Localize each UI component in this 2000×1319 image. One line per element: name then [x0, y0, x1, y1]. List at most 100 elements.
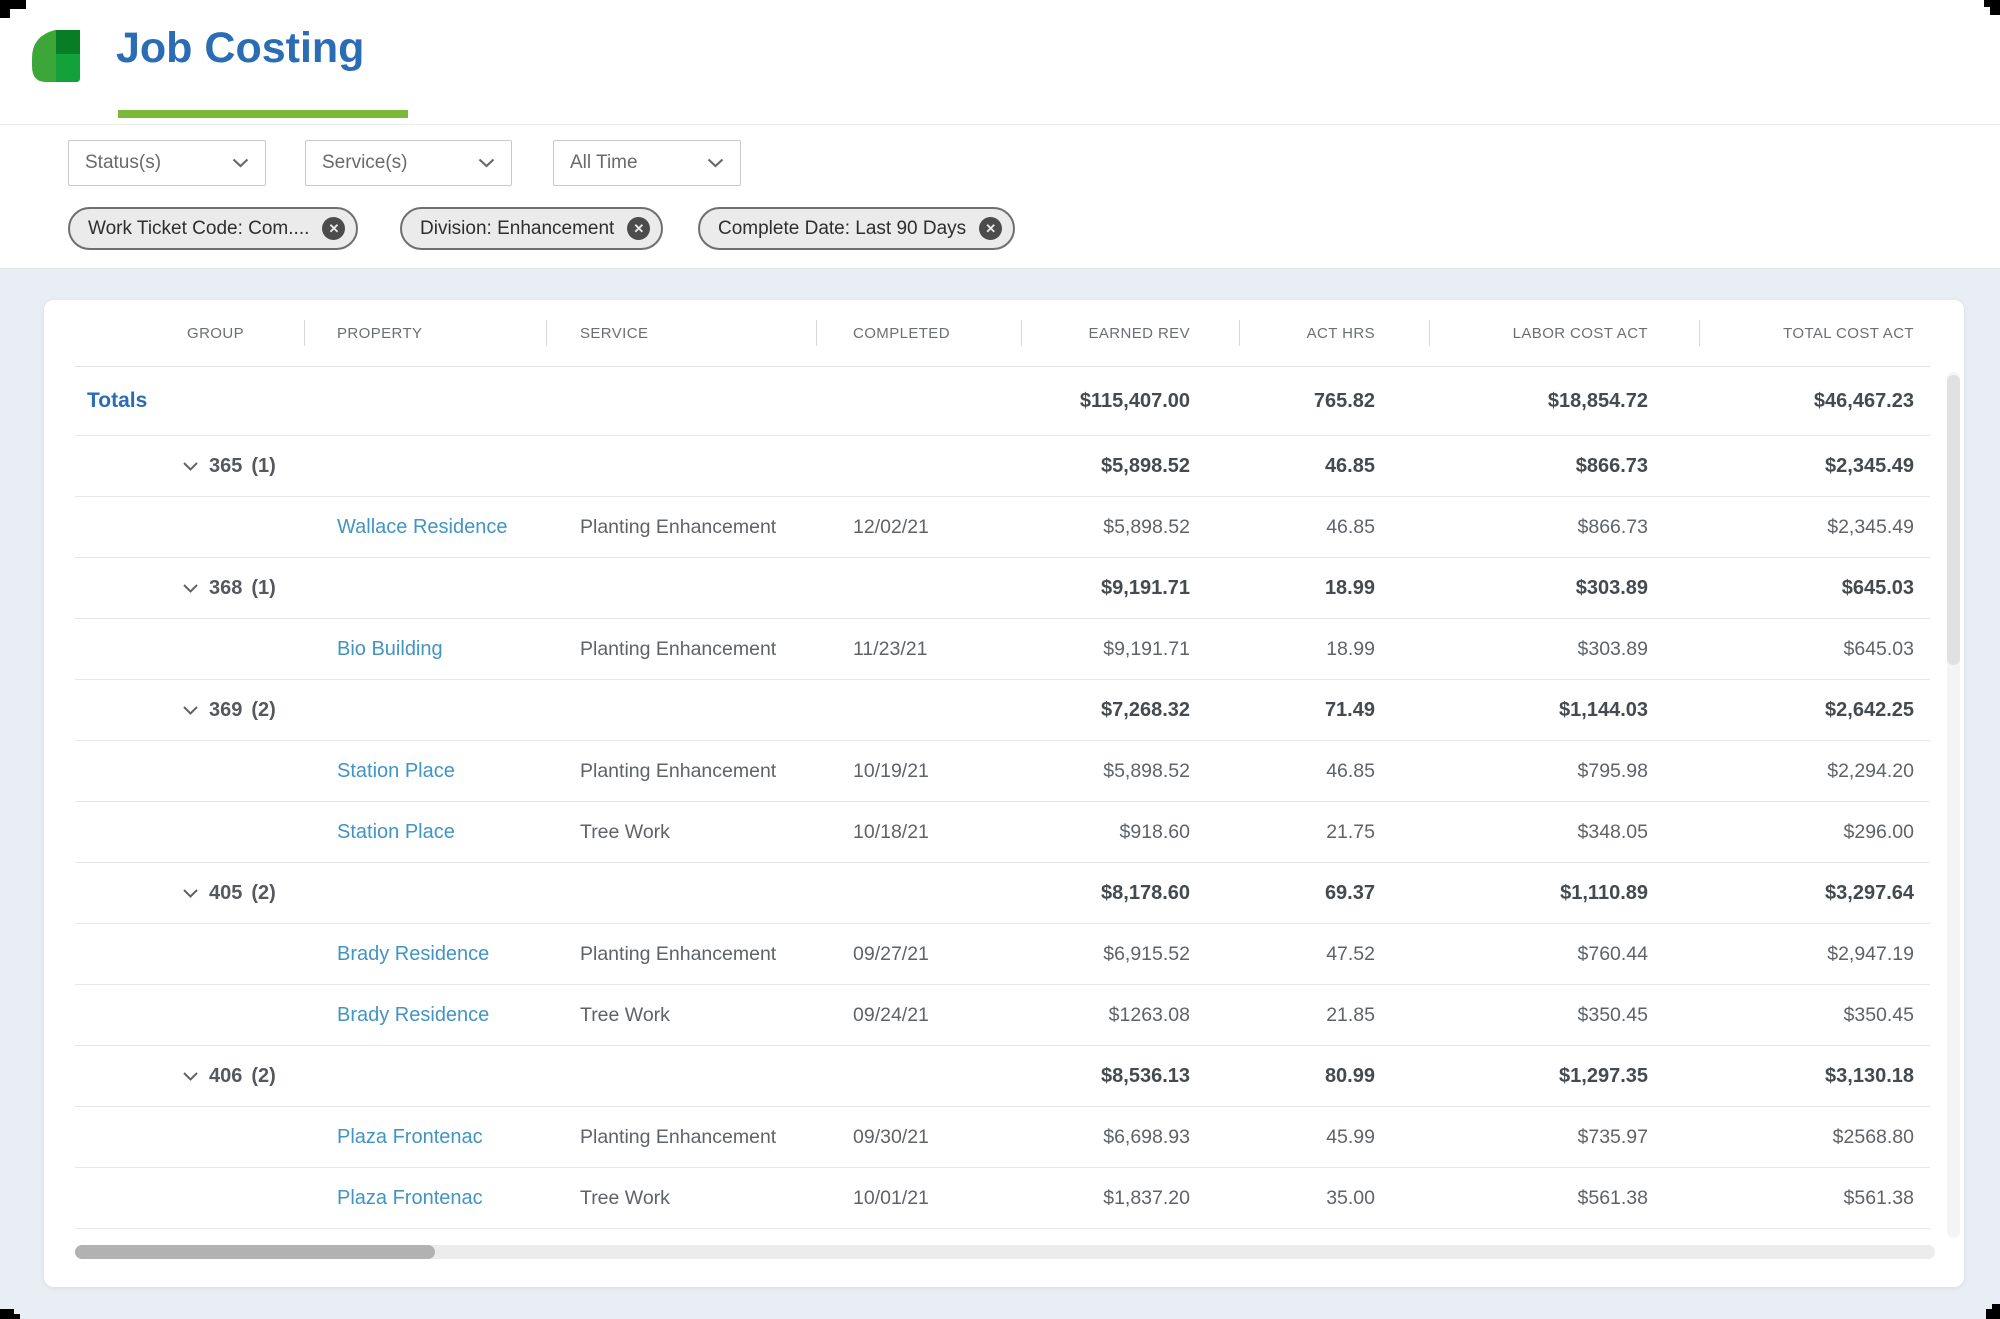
row-earned-rev: $6,915.52 — [1022, 943, 1240, 966]
property-link[interactable]: Plaza Frontenac — [337, 1126, 483, 1148]
column-header-property[interactable]: PROPERTY — [305, 325, 547, 342]
row-act-hrs: 35.00 — [1240, 1187, 1430, 1210]
row-earned-rev: $1263.08 — [1022, 1004, 1240, 1027]
group-count: (2) — [251, 1065, 275, 1088]
table-row: Wallace Residence Planting Enhancement12/… — [75, 497, 1930, 558]
horizontal-scrollbar[interactable] — [75, 1245, 1935, 1259]
table-body: Totals$115,407.00765.82$18,854.72$46,467… — [75, 367, 1930, 1229]
chevron-down-icon[interactable] — [183, 462, 198, 471]
group-cell: 406(2) — [75, 1065, 305, 1088]
column-header-total-cost-act[interactable]: TOTAL COST ACT — [1700, 325, 1930, 342]
column-header-earned-rev[interactable]: EARNED REV — [1022, 325, 1240, 342]
vertical-scrollbar-thumb[interactable] — [1947, 375, 1960, 665]
column-header-group[interactable]: GROUP — [75, 325, 305, 342]
row-labor-cost-act: $348.05 — [1430, 821, 1700, 844]
group-count: (2) — [251, 699, 275, 722]
row-earned-rev: $918.60 — [1022, 821, 1240, 844]
filter-chip-label: Complete Date: Last 90 Days — [718, 218, 966, 240]
date-range-dropdown[interactable]: All Time — [553, 140, 741, 186]
group-labor-cost-act: $1,110.89 — [1430, 882, 1700, 905]
filter-chip-work-ticket-code[interactable]: Work Ticket Code: Com.... ✕ — [68, 207, 358, 250]
job-costing-table: GROUPPROPERTYSERVICECOMPLETEDEARNED REVA… — [75, 300, 1930, 1229]
group-labor-cost-act: $303.89 — [1430, 577, 1700, 600]
row-labor-cost-act: $303.89 — [1430, 638, 1700, 661]
row-earned-rev: $5,898.52 — [1022, 760, 1240, 783]
row-labor-cost-act: $561.38 — [1430, 1187, 1700, 1210]
table-row: Station PlaceTree Work10/18/21$918.6021.… — [75, 802, 1930, 863]
vertical-scrollbar[interactable] — [1947, 372, 1960, 1238]
group-total-cost-act: $2,642.25 — [1700, 699, 1930, 722]
row-total-cost-act: $2,345.49 — [1700, 516, 1930, 539]
row-act-hrs: 46.85 — [1240, 516, 1430, 539]
chevron-down-icon[interactable] — [183, 584, 198, 593]
row-labor-cost-act: $350.45 — [1430, 1004, 1700, 1027]
horizontal-scrollbar-thumb[interactable] — [75, 1245, 435, 1259]
corner-mark — [1992, 1304, 2000, 1309]
row-total-cost-act: $2,294.20 — [1700, 760, 1930, 783]
service-cell: Tree Work — [547, 821, 817, 844]
filter-chip-complete-date[interactable]: Complete Date: Last 90 Days ✕ — [698, 207, 1015, 250]
chip-remove-close-icon[interactable]: ✕ — [322, 217, 345, 240]
property-link[interactable]: Station Place — [337, 821, 455, 843]
service-cell: Planting Enhancement — [547, 516, 817, 539]
chip-remove-close-icon[interactable]: ✕ — [627, 217, 650, 240]
column-header-act-hrs[interactable]: ACT HRS — [1240, 325, 1430, 342]
property-link[interactable]: Bio Building — [337, 638, 443, 660]
table-row: Bio BuildingPlanting Enhancement11/23/21… — [75, 619, 1930, 680]
completed-date-cell: 10/18/21 — [817, 821, 1022, 844]
group-total-cost-act: $645.03 — [1700, 577, 1930, 600]
row-labor-cost-act: $866.73 — [1430, 516, 1700, 539]
service-cell: Planting Enhancement — [547, 943, 817, 966]
group-act-hrs: 71.49 — [1240, 699, 1430, 722]
chevron-down-icon[interactable] — [183, 1072, 198, 1081]
row-act-hrs: 46.85 — [1240, 760, 1430, 783]
chevron-down-icon[interactable] — [183, 706, 198, 715]
table-row: Brady ResidenceTree Work09/24/21$1263.08… — [75, 985, 1930, 1046]
corner-mark — [0, 9, 10, 18]
filter-chip-label: Division: Enhancement — [420, 218, 614, 240]
group-earned-rev: $8,178.60 — [1022, 882, 1240, 905]
row-total-cost-act: $645.03 — [1700, 638, 1930, 661]
row-act-hrs: 18.99 — [1240, 638, 1430, 661]
filter-chip-label: Work Ticket Code: Com.... — [88, 218, 309, 240]
row-labor-cost-act: $795.98 — [1430, 760, 1700, 783]
group-act-hrs: 80.99 — [1240, 1065, 1430, 1088]
column-header-labor-cost-act[interactable]: LABOR COST ACT — [1430, 325, 1700, 342]
group-cell: 368(1) — [75, 577, 305, 600]
services-dropdown[interactable]: Service(s) — [305, 140, 512, 186]
row-act-hrs: 47.52 — [1240, 943, 1430, 966]
property-link[interactable]: Station Place — [337, 760, 455, 782]
property-link[interactable]: Brady Residence — [337, 1004, 489, 1026]
group-act-hrs: 69.37 — [1240, 882, 1430, 905]
group-earned-rev: $8,536.13 — [1022, 1065, 1240, 1088]
column-header-completed[interactable]: COMPLETED — [817, 325, 1022, 342]
column-header-service[interactable]: SERVICE — [547, 325, 817, 342]
group-total-cost-act: $3,130.18 — [1700, 1065, 1930, 1088]
property-link[interactable]: Wallace Residence — [337, 516, 507, 538]
row-earned-rev: $1,837.20 — [1022, 1187, 1240, 1210]
row-earned-rev: $6,698.93 — [1022, 1126, 1240, 1149]
corner-mark — [1984, 0, 2000, 7]
chevron-down-icon[interactable] — [183, 889, 198, 898]
table-row: Plaza FrontenacPlanting Enhancement09/30… — [75, 1107, 1930, 1168]
service-cell: Tree Work — [547, 1187, 817, 1210]
corner-mark — [0, 1309, 14, 1319]
totals-label: Totals — [87, 389, 147, 412]
filter-chip-division[interactable]: Division: Enhancement ✕ — [400, 207, 663, 250]
chip-remove-close-icon[interactable]: ✕ — [979, 217, 1002, 240]
property-link[interactable]: Plaza Frontenac — [337, 1187, 483, 1209]
group-row-405: 405(2)$8,178.6069.37$1,110.89$3,297.64 — [75, 863, 1930, 924]
group-act-hrs: 18.99 — [1240, 577, 1430, 600]
group-row-369: 369(2)$7,268.3271.49$1,144.03$2,642.25 — [75, 680, 1930, 741]
property-link[interactable]: Brady Residence — [337, 943, 489, 965]
group-count: (1) — [251, 577, 275, 600]
statuses-dropdown[interactable]: Status(s) — [68, 140, 266, 186]
completed-date-cell: 11/23/21 — [817, 638, 1022, 661]
group-number: 365 — [209, 455, 242, 478]
group-act-hrs: 46.85 — [1240, 455, 1430, 478]
chevron-down-icon — [478, 152, 495, 174]
row-act-hrs: 45.99 — [1240, 1126, 1430, 1149]
group-count: (1) — [251, 455, 275, 478]
totals-act-hrs: 765.82 — [1240, 390, 1430, 413]
completed-date-cell: 12/02/21 — [817, 516, 1022, 539]
